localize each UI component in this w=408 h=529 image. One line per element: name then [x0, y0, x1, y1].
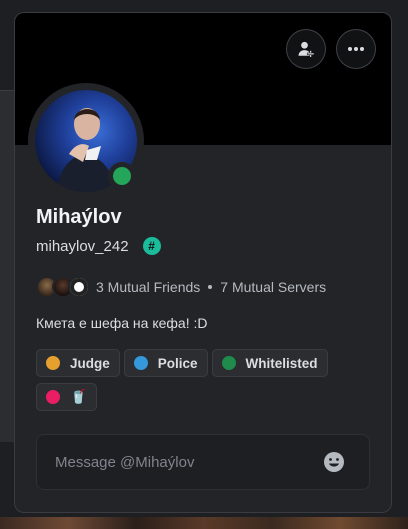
message-input[interactable]: [36, 434, 325, 490]
role-pill[interactable]: 🥤: [36, 383, 97, 411]
add-friend-icon: [298, 41, 315, 58]
background-image-strip: [0, 517, 408, 529]
background-divider: [0, 90, 16, 91]
role-color-dot: [133, 356, 148, 370]
username-row: mihaylov_242 #: [36, 237, 161, 255]
role-label: Judge: [70, 355, 110, 371]
role-label: Police: [157, 355, 198, 371]
role-color-dot: [46, 356, 60, 370]
bio-text: Кмета е шефа на кефа! :D: [36, 315, 208, 331]
username: mihaylov_242: [36, 237, 129, 255]
mutual-friends-link[interactable]: 3 Mutual Friends: [96, 279, 200, 295]
message-box: [36, 434, 370, 490]
background-panel: [0, 90, 16, 442]
more-options-icon: [348, 47, 364, 51]
mutuals-row: 3 Mutual Friends 7 Mutual Servers: [36, 276, 326, 298]
role-label: 🥤: [70, 389, 87, 404]
hashtag-badge-icon[interactable]: #: [142, 237, 161, 255]
online-status-icon: [113, 167, 131, 185]
status-indicator: [108, 162, 136, 190]
role-pill[interactable]: Whitelisted: [211, 349, 328, 377]
role-color-dot: [221, 356, 236, 370]
display-name: Mihaýlov: [36, 206, 122, 228]
mutual-friend-avatar: [68, 276, 90, 298]
role-pill[interactable]: Judge: [36, 349, 120, 377]
add-friend-button[interactable]: [287, 30, 325, 68]
mutual-servers-link[interactable]: 7 Mutual Servers: [220, 279, 326, 295]
role-pill[interactable]: Police: [123, 349, 208, 377]
user-profile-popout: Mihaýlov mihaylov_242 # 3 Mutual Friends…: [15, 13, 391, 512]
emoji-icon[interactable]: [323, 451, 345, 473]
roles-list: Judge Police Whitelisted 🥤: [36, 349, 376, 417]
role-label: Whitelisted: [245, 355, 318, 371]
more-options-button[interactable]: [337, 30, 375, 68]
separator-dot: [208, 285, 213, 289]
role-color-dot: [46, 390, 60, 404]
